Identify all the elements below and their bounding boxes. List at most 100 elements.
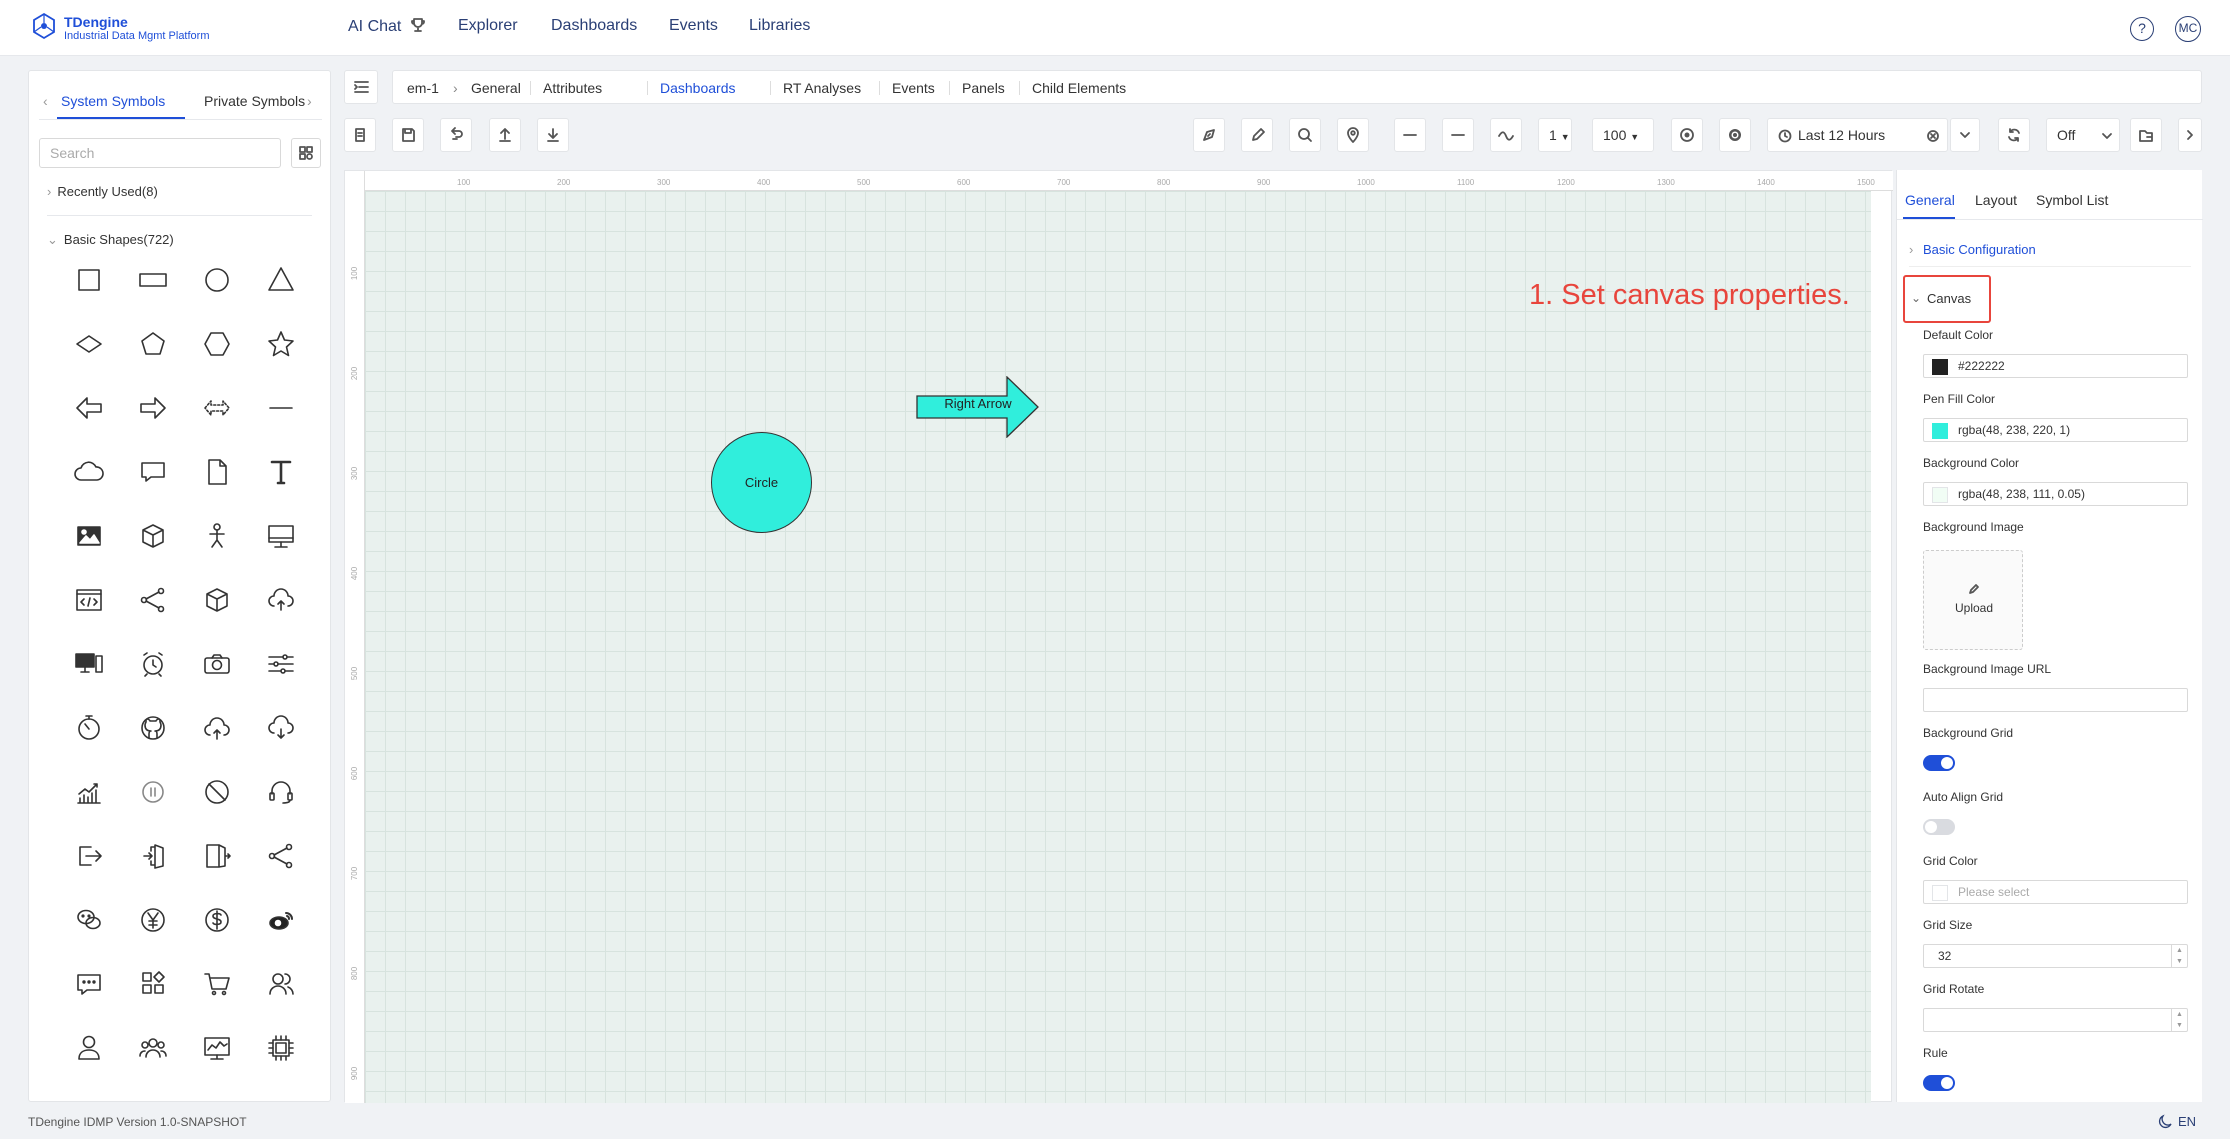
computer-icon[interactable]	[69, 644, 109, 684]
code-icon[interactable]	[69, 580, 109, 620]
upload-cloud-icon[interactable]	[197, 708, 237, 748]
image-icon[interactable]	[69, 516, 109, 556]
default-color-picker[interactable]: #222222	[1923, 354, 2188, 378]
stepper-arrows[interactable]: ▲ ▼	[2171, 945, 2187, 967]
line-width-select[interactable]: 1 ▼	[1538, 118, 1572, 152]
monitor-icon[interactable]	[261, 516, 301, 556]
app-logo[interactable]: TDengine Industrial Data Mgmt Platform	[30, 12, 220, 46]
tab-panels[interactable]: Panels	[962, 80, 1005, 96]
tab-system-symbols[interactable]: System Symbols	[61, 93, 165, 109]
help-button[interactable]: ?	[2130, 17, 2154, 41]
exit-icon[interactable]	[197, 836, 237, 876]
tab-general[interactable]: General	[1905, 192, 1955, 208]
download-cloud-icon[interactable]	[261, 708, 301, 748]
circle-icon[interactable]	[197, 260, 237, 300]
drawing-canvas[interactable]: 100 200 300 400 500 600 700 800 900 1000 1100 1200 1…	[344, 170, 1893, 1103]
location-button[interactable]	[1337, 118, 1369, 152]
left-arrow-icon[interactable]	[69, 388, 109, 428]
chip-icon[interactable]	[261, 1028, 301, 1068]
rule-toggle[interactable]	[1923, 1075, 1955, 1091]
grid-rotate-input[interactable]: ▲ ▼	[1923, 1008, 2188, 1032]
share-nodes-icon[interactable]	[261, 836, 301, 876]
grid-size-input[interactable]: 32 ▲ ▼	[1923, 944, 2188, 968]
dark-mode-icon[interactable]	[2158, 1113, 2174, 1129]
record-button[interactable]	[1671, 118, 1703, 152]
double-arrow-icon[interactable]	[197, 388, 237, 428]
tab-layout[interactable]: Layout	[1975, 192, 2017, 208]
user-icon[interactable]	[69, 1028, 109, 1068]
alarm-clock-icon[interactable]	[133, 644, 173, 684]
background-color-picker[interactable]: rgba(48, 238, 111, 0.05)	[1923, 482, 2188, 506]
preview-button[interactable]	[1719, 118, 1751, 152]
weibo-icon[interactable]	[261, 900, 301, 940]
auto-refresh-select[interactable]: Off	[2046, 118, 2120, 152]
nav-events[interactable]: Events	[669, 17, 718, 35]
tab-events[interactable]: Events	[892, 80, 935, 96]
background-grid-toggle[interactable]	[1923, 755, 1955, 771]
tab-attributes[interactable]: Attributes	[543, 80, 602, 96]
comment-dots-icon[interactable]	[69, 964, 109, 1004]
stepper-arrows[interactable]: ▲ ▼	[2171, 1009, 2187, 1031]
language-switch[interactable]: EN	[2178, 1114, 2196, 1129]
apps-icon[interactable]	[133, 964, 173, 1004]
diamond-icon[interactable]	[69, 324, 109, 364]
ban-icon[interactable]	[197, 772, 237, 812]
document-icon[interactable]	[197, 452, 237, 492]
canvas-grid[interactable]	[365, 191, 1871, 1103]
square-icon[interactable]	[69, 260, 109, 300]
timer-icon[interactable]	[69, 708, 109, 748]
view-toggle-button[interactable]	[291, 138, 321, 168]
clear-icon[interactable]	[1926, 129, 1940, 143]
tab-private-symbols[interactable]: Private Symbols	[204, 93, 305, 109]
nav-libraries[interactable]: Libraries	[749, 17, 810, 35]
cloud-icon[interactable]	[69, 452, 109, 492]
zoom-select[interactable]: 100 ▼	[1592, 118, 1654, 152]
users-icon[interactable]	[261, 964, 301, 1004]
line-type-button[interactable]	[1490, 118, 1522, 152]
grid-color-picker[interactable]: Please select	[1923, 880, 2188, 904]
pen-tool-button[interactable]	[1193, 118, 1225, 152]
time-range-dropdown[interactable]	[1950, 118, 1980, 152]
tab-general[interactable]: General	[471, 80, 521, 96]
line-start-button[interactable]	[1394, 118, 1426, 152]
recently-used-group[interactable]: › Recently Used(8)	[47, 184, 158, 199]
symbol-search-input[interactable]	[39, 138, 281, 168]
export-button[interactable]	[489, 118, 521, 152]
pen-fill-color-picker[interactable]: rgba(48, 238, 220, 1)	[1923, 418, 2188, 442]
pentagon-icon[interactable]	[133, 324, 173, 364]
headset-icon[interactable]	[261, 772, 301, 812]
cart-icon[interactable]	[197, 964, 237, 1004]
magnifier-button[interactable]	[1289, 118, 1321, 152]
circle-shape[interactable]: Circle	[711, 432, 812, 533]
nav-ai-chat[interactable]: AI Chat	[348, 17, 426, 36]
share-icon[interactable]	[133, 580, 173, 620]
auto-align-grid-toggle[interactable]	[1923, 819, 1955, 835]
hexagon-icon[interactable]	[197, 324, 237, 364]
logout-icon[interactable]	[69, 836, 109, 876]
wechat-icon[interactable]	[69, 900, 109, 940]
breadcrumb-root[interactable]: em-1	[407, 80, 439, 96]
refresh-button[interactable]	[1998, 118, 2030, 152]
user-avatar[interactable]: MC	[2175, 16, 2201, 42]
settings-sliders-icon[interactable]	[261, 644, 301, 684]
line-end-button[interactable]	[1442, 118, 1474, 152]
tab-rt-analyses[interactable]: RT Analyses	[783, 80, 861, 96]
pause-icon[interactable]	[133, 772, 173, 812]
tab-symbol-list[interactable]: Symbol List	[2036, 192, 2108, 208]
dollar-icon[interactable]	[197, 900, 237, 940]
person-icon[interactable]	[197, 516, 237, 556]
text-icon[interactable]	[261, 452, 301, 492]
menu-toggle-button[interactable]	[344, 70, 378, 104]
chevron-left-icon[interactable]: ‹	[43, 93, 48, 109]
nav-explorer[interactable]: Explorer	[458, 17, 518, 35]
yen-icon[interactable]	[133, 900, 173, 940]
line-icon[interactable]	[261, 388, 301, 428]
cube-icon[interactable]	[133, 516, 173, 556]
star-icon[interactable]	[261, 324, 301, 364]
collapse-panel-button[interactable]	[2178, 118, 2202, 152]
team-icon[interactable]	[133, 1028, 173, 1068]
monitor-chart-icon[interactable]	[197, 1028, 237, 1068]
chevron-right-icon[interactable]: ›	[307, 93, 312, 109]
triangle-icon[interactable]	[261, 260, 301, 300]
basic-shapes-group[interactable]: ⌄ Basic Shapes(722)	[47, 232, 174, 248]
